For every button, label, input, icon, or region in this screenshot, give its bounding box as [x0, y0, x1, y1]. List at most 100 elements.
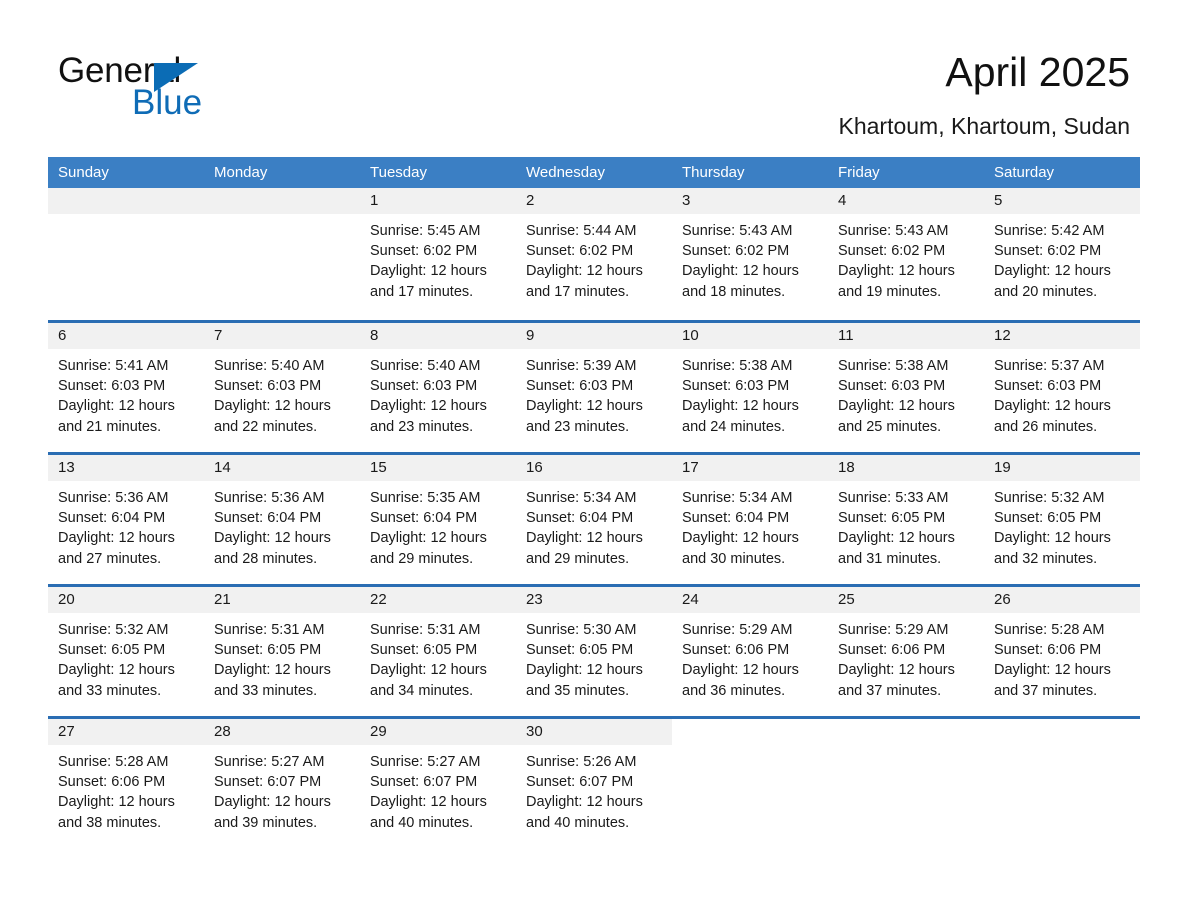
general-blue-logo[interactable]: General Blue — [58, 52, 358, 122]
day-detail-line: and 23 minutes. — [526, 418, 630, 435]
calendar-day-cell[interactable]: 18 Sunrise: 5:33 AM Sunset: 6:05 PM Dayligh… — [828, 455, 984, 584]
day-details: Sunrise: 5:34 AM Sunset: 6:04 PM Daylight:… — [672, 481, 828, 569]
day-detail-line: Sunrise: 5:42 AM — [994, 223, 1105, 239]
calendar-week-row: 20 Sunrise: 5:32 AM Sunset: 6:05 PM Dayligh… — [48, 584, 1140, 716]
day-detail-line: Sunrise: 5:43 AM — [838, 223, 949, 239]
calendar-day-cell[interactable]: 25 Sunrise: 5:29 AM Sunset: 6:06 PM Dayligh… — [828, 587, 984, 716]
calendar-day-cell[interactable]: 12 Sunrise: 5:37 AM Sunset: 6:03 PM Dayligh… — [984, 323, 1140, 452]
day-number: 26 — [984, 587, 1140, 613]
day-number: 14 — [204, 455, 360, 481]
day-number: 22 — [360, 587, 516, 613]
day-number: 20 — [48, 587, 204, 613]
calendar-week-row: 27 Sunrise: 5:28 AM Sunset: 6:06 PM Dayligh… — [48, 716, 1140, 848]
calendar-day-cell-empty — [828, 719, 984, 848]
day-detail-line: and 33 minutes. — [58, 682, 162, 699]
day-detail-line: Daylight: 12 hours — [526, 530, 643, 547]
day-number: 30 — [516, 719, 672, 745]
day-detail-line: and 40 minutes. — [370, 814, 474, 831]
calendar-day-cell[interactable]: 14 Sunrise: 5:36 AM Sunset: 6:04 PM Dayligh… — [204, 455, 360, 584]
day-detail-line: and 35 minutes. — [526, 682, 630, 699]
calendar-day-cell[interactable]: 21 Sunrise: 5:31 AM Sunset: 6:05 PM Dayligh… — [204, 587, 360, 716]
day-detail-line: Daylight: 12 hours — [58, 662, 175, 679]
day-detail-line: Sunset: 6:02 PM — [370, 243, 478, 260]
page-header: General Blue April 2025 Khartoum, Kharto… — [0, 0, 1188, 155]
calendar-day-cell[interactable]: 26 Sunrise: 5:28 AM Sunset: 6:06 PM Dayligh… — [984, 587, 1140, 716]
day-detail-line: Sunrise: 5:43 AM — [682, 223, 793, 239]
calendar-day-cell[interactable]: 19 Sunrise: 5:32 AM Sunset: 6:05 PM Dayligh… — [984, 455, 1140, 584]
weekday-header-row: Sunday Monday Tuesday Wednesday Thursday Frid… — [48, 157, 1140, 188]
day-detail-line: Daylight: 12 hours — [838, 263, 955, 280]
calendar-day-cell[interactable]: 15 Sunrise: 5:35 AM Sunset: 6:04 PM Dayligh… — [360, 455, 516, 584]
day-detail-line: Sunset: 6:04 PM — [526, 510, 634, 527]
day-detail-line: Daylight: 12 hours — [526, 263, 643, 280]
calendar-day-cell[interactable]: 27 Sunrise: 5:28 AM Sunset: 6:06 PM Dayligh… — [48, 719, 204, 848]
day-details: Sunrise: 5:41 AM Sunset: 6:03 PM Daylight:… — [48, 349, 204, 437]
day-details: Sunrise: 5:45 AM Sunset: 6:02 PM Daylight:… — [360, 214, 516, 302]
day-number: 6 — [48, 323, 204, 349]
day-detail-line: Sunrise: 5:30 AM — [526, 622, 637, 638]
day-details: Sunrise: 5:32 AM Sunset: 6:05 PM Daylight:… — [48, 613, 204, 701]
day-detail-line: Sunset: 6:02 PM — [682, 243, 790, 260]
day-number: 13 — [48, 455, 204, 481]
calendar-day-cell[interactable]: 4 Sunrise: 5:43 AM Sunset: 6:02 PM Daylight… — [828, 188, 984, 320]
day-detail-line: and 34 minutes. — [370, 682, 474, 699]
day-number: 23 — [516, 587, 672, 613]
day-detail-line: and 39 minutes. — [214, 814, 318, 831]
calendar-day-cell[interactable]: 30 Sunrise: 5:26 AM Sunset: 6:07 PM Dayligh… — [516, 719, 672, 848]
day-detail-line: Sunrise: 5:44 AM — [526, 223, 637, 239]
calendar-day-cell[interactable]: 29 Sunrise: 5:27 AM Sunset: 6:07 PM Dayligh… — [360, 719, 516, 848]
day-number: 5 — [984, 188, 1140, 214]
calendar-day-cell[interactable]: 11 Sunrise: 5:38 AM Sunset: 6:03 PM Dayligh… — [828, 323, 984, 452]
day-details: Sunrise: 5:33 AM Sunset: 6:05 PM Daylight:… — [828, 481, 984, 569]
weekday-header-thursday: Thursday — [682, 164, 745, 181]
day-detail-line: Daylight: 12 hours — [682, 263, 799, 280]
day-number — [48, 188, 204, 214]
calendar-day-cell[interactable]: 13 Sunrise: 5:36 AM Sunset: 6:04 PM Dayligh… — [48, 455, 204, 584]
day-detail-line: Daylight: 12 hours — [214, 398, 331, 415]
calendar-day-cell[interactable]: 24 Sunrise: 5:29 AM Sunset: 6:06 PM Dayligh… — [672, 587, 828, 716]
day-detail-line: and 17 minutes. — [526, 283, 630, 300]
day-number: 3 — [672, 188, 828, 214]
day-number: 15 — [360, 455, 516, 481]
day-detail-line: and 32 minutes. — [994, 550, 1098, 567]
calendar-day-cell[interactable]: 2 Sunrise: 5:44 AM Sunset: 6:02 PM Daylight… — [516, 188, 672, 320]
day-detail-line: Sunrise: 5:34 AM — [526, 490, 637, 506]
day-detail-line: Sunrise: 5:35 AM — [370, 490, 481, 506]
calendar-day-cell[interactable]: 23 Sunrise: 5:30 AM Sunset: 6:05 PM Dayligh… — [516, 587, 672, 716]
day-number: 16 — [516, 455, 672, 481]
calendar-day-cell[interactable]: 8 Sunrise: 5:40 AM Sunset: 6:03 PM Daylight… — [360, 323, 516, 452]
calendar-weeks: 1 Sunrise: 5:45 AM Sunset: 6:02 PM Daylight… — [48, 188, 1140, 848]
day-detail-line: Daylight: 12 hours — [994, 398, 1111, 415]
day-detail-line: Daylight: 12 hours — [526, 662, 643, 679]
calendar-day-cell[interactable]: 22 Sunrise: 5:31 AM Sunset: 6:05 PM Dayligh… — [360, 587, 516, 716]
calendar-day-cell[interactable]: 10 Sunrise: 5:38 AM Sunset: 6:03 PM Dayligh… — [672, 323, 828, 452]
calendar-day-cell[interactable]: 6 Sunrise: 5:41 AM Sunset: 6:03 PM Daylight… — [48, 323, 204, 452]
day-detail-line: Sunset: 6:04 PM — [58, 510, 166, 527]
day-detail-line: and 40 minutes. — [526, 814, 630, 831]
calendar-day-cell[interactable]: 7 Sunrise: 5:40 AM Sunset: 6:03 PM Daylight… — [204, 323, 360, 452]
weekday-header-sunday: Sunday — [58, 164, 109, 181]
calendar-day-cell[interactable]: 20 Sunrise: 5:32 AM Sunset: 6:05 PM Dayligh… — [48, 587, 204, 716]
calendar-day-cell[interactable]: 1 Sunrise: 5:45 AM Sunset: 6:02 PM Daylight… — [360, 188, 516, 320]
calendar-day-cell[interactable]: 28 Sunrise: 5:27 AM Sunset: 6:07 PM Dayligh… — [204, 719, 360, 848]
day-detail-line: Sunset: 6:05 PM — [838, 510, 946, 527]
calendar-day-cell[interactable]: 17 Sunrise: 5:34 AM Sunset: 6:04 PM Dayligh… — [672, 455, 828, 584]
day-detail-line: Sunset: 6:03 PM — [994, 378, 1102, 395]
day-detail-line: Sunset: 6:07 PM — [214, 774, 322, 791]
location-subtitle: Khartoum, Khartoum, Sudan — [838, 113, 1131, 139]
day-details: Sunrise: 5:29 AM Sunset: 6:06 PM Daylight:… — [828, 613, 984, 701]
day-detail-line: Sunset: 6:05 PM — [526, 642, 634, 659]
day-detail-line: Sunrise: 5:34 AM — [682, 490, 793, 506]
calendar-day-cell[interactable]: 16 Sunrise: 5:34 AM Sunset: 6:04 PM Dayligh… — [516, 455, 672, 584]
day-details: Sunrise: 5:27 AM Sunset: 6:07 PM Daylight:… — [204, 745, 360, 833]
calendar-day-cell[interactable]: 3 Sunrise: 5:43 AM Sunset: 6:02 PM Daylight… — [672, 188, 828, 320]
calendar-day-cell[interactable]: 5 Sunrise: 5:42 AM Sunset: 6:02 PM Daylight… — [984, 188, 1140, 320]
day-details: Sunrise: 5:36 AM Sunset: 6:04 PM Daylight:… — [204, 481, 360, 569]
day-detail-line: and 37 minutes. — [994, 682, 1098, 699]
day-detail-line: Daylight: 12 hours — [370, 662, 487, 679]
calendar-day-cell[interactable]: 9 Sunrise: 5:39 AM Sunset: 6:03 PM Daylight… — [516, 323, 672, 452]
day-detail-line: Sunset: 6:07 PM — [370, 774, 478, 791]
day-number: 12 — [984, 323, 1140, 349]
day-detail-line: and 30 minutes. — [682, 550, 786, 567]
day-detail-line: Sunrise: 5:37 AM — [994, 358, 1105, 374]
